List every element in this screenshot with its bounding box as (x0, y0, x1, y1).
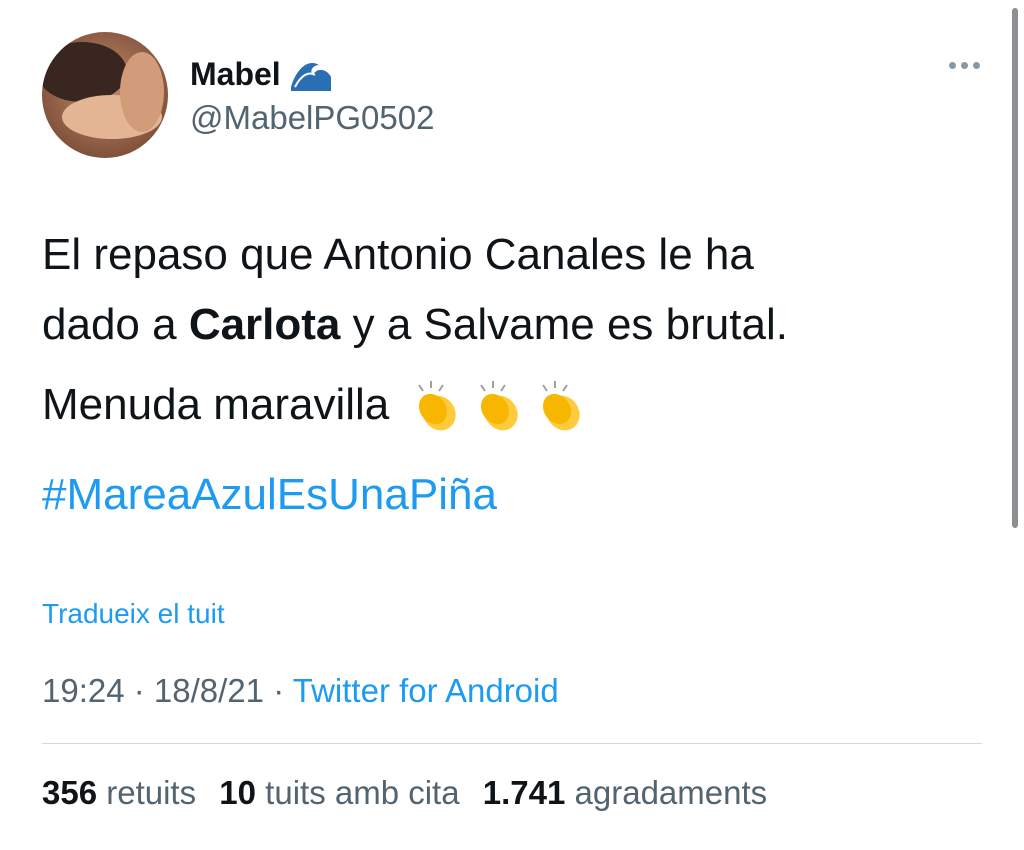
scrollbar[interactable] (1012, 8, 1018, 528)
clapping-hands-icon (542, 381, 580, 431)
user-name-text: Mabel (190, 56, 281, 92)
avatar[interactable] (42, 32, 168, 158)
clapping-hands-icon (480, 381, 518, 431)
tweet-date[interactable]: 18/8/21 (154, 672, 264, 709)
tweet-line-3: Menuda maravilla (42, 370, 589, 440)
retweets-stat[interactable]: 356 retuits (42, 774, 196, 811)
tweet-source-link[interactable]: Twitter for Android (293, 672, 559, 709)
tweet-line-2: dado a Carlota y a Salvame es brutal. (42, 300, 788, 349)
likes-stat[interactable]: 1.741 agradaments (483, 774, 767, 811)
hashtag-link[interactable]: #MareaAzulEsUnaPiña (42, 460, 497, 530)
quotes-stat[interactable]: 10 tuits amb cita (219, 774, 459, 811)
wave-icon (288, 57, 333, 91)
clap-group (409, 377, 589, 433)
user-name[interactable]: Mabel (190, 54, 333, 94)
tweet-line-1: El repaso que Antonio Canales le ha (42, 230, 754, 279)
tweet-text: El repaso que Antonio Canales le ha dado… (42, 220, 982, 360)
clapping-hands-icon (418, 381, 456, 431)
avatar-image (42, 32, 168, 158)
tweet-stats: 356 retuits 10 tuits amb cita 1.741 agra… (42, 772, 781, 814)
user-handle[interactable]: @MabelPG0502 (190, 98, 434, 138)
tweet-bold-name: Carlota (188, 300, 341, 349)
translate-tweet-link[interactable]: Tradueix el tuit (42, 596, 225, 632)
divider (42, 743, 982, 744)
tweet-time[interactable]: 19:24 (42, 672, 125, 709)
more-icon[interactable] (949, 62, 980, 69)
tweet-meta: 19:24 · 18/8/21 · Twitter for Android (42, 672, 559, 709)
